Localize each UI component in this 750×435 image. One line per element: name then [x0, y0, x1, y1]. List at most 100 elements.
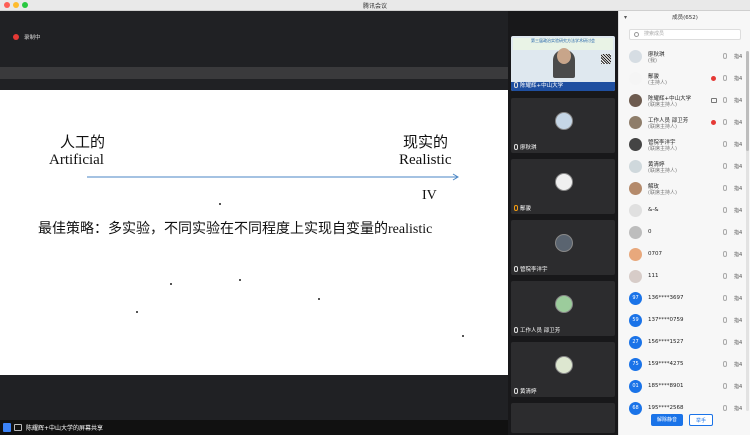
member-more-button[interactable]: 指4	[734, 141, 742, 148]
member-name: 195****2568	[648, 405, 684, 411]
mic-icon	[514, 327, 518, 333]
unmute-button[interactable]: 解除静音	[651, 414, 683, 426]
member-more-button[interactable]: 指4	[734, 207, 742, 214]
mic-icon[interactable]	[723, 207, 727, 213]
member-name: 156****1527	[648, 339, 684, 345]
member-row[interactable]: 廖秋琪 (我) 指4	[619, 47, 747, 67]
member-more-button[interactable]: 指4	[734, 75, 742, 82]
mic-icon[interactable]	[723, 295, 727, 301]
member-more-button[interactable]: 指4	[734, 185, 742, 192]
member-name: 136****3697	[648, 295, 684, 301]
member-list-scrollbar[interactable]	[746, 51, 749, 411]
avatar	[555, 173, 573, 191]
mic-icon[interactable]	[723, 119, 727, 125]
member-row[interactable]: 27 156****1527 指4	[619, 333, 747, 353]
mic-icon[interactable]	[723, 383, 727, 389]
mic-icon[interactable]	[723, 185, 727, 191]
video-tile-speaker[interactable]: 第三届政治实验研究方法学术研讨会 陈耀辉+中山大学	[511, 36, 615, 91]
slide-speck	[318, 298, 320, 300]
member-role: (联席主持人)	[648, 124, 677, 130]
member-search-input[interactable]: 搜索成员	[629, 29, 741, 40]
member-row[interactable]: 111 指4	[619, 267, 747, 287]
mic-icon[interactable]	[723, 53, 727, 59]
slide-speck	[462, 335, 464, 337]
window-titlebar: 腾讯会议	[0, 0, 750, 11]
scrollbar-thumb[interactable]	[746, 51, 749, 151]
mic-icon[interactable]	[723, 75, 727, 81]
screen-share-icon	[711, 98, 717, 103]
video-tile[interactable]: 工作人员 邵卫芳	[511, 281, 615, 336]
member-more-button[interactable]: 指4	[734, 97, 742, 104]
member-name: 137****0759	[648, 317, 684, 323]
mic-icon[interactable]	[723, 273, 727, 279]
member-row[interactable]: 黄清婷 (联席主持人) 指4	[619, 157, 747, 177]
avatar	[629, 94, 642, 107]
raise-hand-button[interactable]: 举手	[689, 414, 713, 426]
avatar: 75	[629, 358, 642, 371]
member-more-button[interactable]: 指4	[734, 383, 742, 390]
mic-icon[interactable]	[723, 141, 727, 147]
member-row[interactable]: 97 136****3697 指4	[619, 289, 747, 309]
member-row[interactable]: 0707 指4	[619, 245, 747, 265]
mic-icon[interactable]	[723, 339, 727, 345]
member-more-button[interactable]: 指4	[734, 53, 742, 60]
member-row[interactable]: &-& 指4	[619, 201, 747, 221]
mic-icon[interactable]	[723, 251, 727, 257]
video-tile-name-text: 工作人员 邵卫芳	[520, 328, 561, 334]
mic-icon[interactable]	[723, 229, 727, 235]
presentation-slide: 人工的 Artificial 现实的 Realistic IV 最佳策略：多实验…	[0, 90, 508, 375]
video-tile-name: 鄢骏	[514, 204, 531, 212]
mic-icon[interactable]	[723, 317, 727, 323]
member-more-button[interactable]: 指4	[734, 273, 742, 280]
member-more-button[interactable]: 指4	[734, 119, 742, 126]
member-more-button[interactable]: 指4	[734, 163, 742, 170]
member-row[interactable]: 0 指4	[619, 223, 747, 243]
video-tile[interactable]: 鄢骏	[511, 159, 615, 214]
member-name: &-&	[648, 207, 659, 213]
member-more-button[interactable]: 指4	[734, 229, 742, 236]
mic-icon[interactable]	[723, 97, 727, 103]
recording-label: 录制中	[24, 35, 41, 41]
member-more-button[interactable]: 指4	[734, 295, 742, 302]
member-role: (联席主持人)	[648, 190, 677, 196]
search-icon	[634, 32, 639, 37]
member-search-placeholder: 搜索成员	[644, 31, 665, 37]
mic-icon[interactable]	[723, 163, 727, 169]
member-row[interactable]: 鄢骏 (主持人) 指4	[619, 69, 747, 89]
slide-speck	[170, 283, 172, 285]
mic-icon[interactable]	[723, 405, 727, 411]
member-more-button[interactable]: 指4	[734, 361, 742, 368]
member-row[interactable]: 陈耀辉+中山大学 (联席主持人) 指4	[619, 91, 747, 111]
member-row[interactable]: 工作人员 邵卫芳 (联席主持人) 指4	[619, 113, 747, 133]
slide-artificial-en: Artificial	[49, 152, 104, 168]
member-more-button[interactable]: 指4	[734, 251, 742, 258]
member-row[interactable]: 管院李洋宇 (联席主持人) 指4	[619, 135, 747, 155]
member-row[interactable]: 75 159****4275 指4	[619, 355, 747, 375]
video-tile[interactable]: 管院李洋宇	[511, 220, 615, 275]
member-row[interactable]: 59 137****0759 指4	[619, 311, 747, 331]
slide-speck	[136, 311, 138, 313]
video-tile[interactable]: 黄清婷	[511, 342, 615, 397]
avatar	[629, 248, 642, 261]
mic-icon	[514, 144, 518, 150]
video-tile[interactable]: 廖秋琪	[511, 98, 615, 153]
avatar: 97	[629, 292, 642, 305]
avatar	[629, 226, 642, 239]
video-tile-name: 黄清婷	[514, 387, 537, 395]
avatar	[629, 50, 642, 63]
video-tile-name-text: 陈耀辉+中山大学	[520, 83, 564, 89]
member-more-button[interactable]: 指4	[734, 317, 742, 324]
slide-speck	[239, 279, 241, 281]
avatar	[629, 160, 642, 173]
member-row[interactable]: 01 185****8901 指4	[619, 377, 747, 397]
member-row[interactable]: 68 195****2568 指4	[619, 399, 747, 419]
member-row[interactable]: 解玫 (联席主持人) 指4	[619, 179, 747, 199]
member-more-button[interactable]: 指4	[734, 405, 742, 412]
slide-roman-numeral: IV	[422, 188, 437, 203]
video-tile[interactable]	[511, 403, 615, 433]
member-name: 0707	[648, 251, 662, 257]
video-strip[interactable]: 第三届政治实验研究方法学术研讨会 陈耀辉+中山大学 廖秋琪 鄢骏 管院李洋宇 工…	[508, 11, 618, 435]
member-more-button[interactable]: 指4	[734, 339, 742, 346]
avatar	[629, 270, 642, 283]
mic-icon[interactable]	[723, 361, 727, 367]
